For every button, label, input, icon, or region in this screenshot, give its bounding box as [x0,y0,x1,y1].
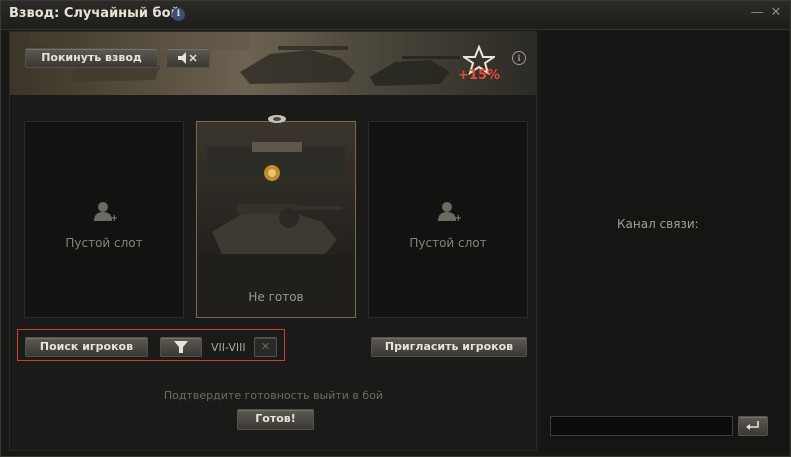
slot-status: Не готов [248,290,304,304]
crown-icon [268,115,286,123]
mute-button[interactable] [166,48,210,68]
player-garage-image [197,142,355,317]
search-players-button[interactable]: Поиск игроков [25,337,148,357]
slot-label: Пустой слот [65,236,143,250]
clear-filter-button[interactable]: ✕ [254,337,277,357]
filter-button[interactable] [160,337,202,357]
speaker-mute-icon [178,52,197,64]
add-player-icon: + [94,202,117,223]
leave-platoon-button[interactable]: Покинуть взвод [25,48,158,68]
bonus-info-icon[interactable]: i [512,51,526,65]
invite-players-button[interactable]: Пригласить игроков [371,337,527,357]
chat-panel [541,31,788,453]
tier-range: VII-VIII [211,341,246,354]
platoon-slot-2[interactable]: Не готов [196,121,356,318]
add-player-icon: + [438,202,461,223]
title-bar[interactable]: Взвод: Случайный бой i — ✕ [1,1,790,30]
confirm-ready-text: Подтвердите готовность выйти в бой [163,389,384,402]
window-title: Взвод: Случайный бой [9,6,180,21]
platoon-slot-1[interactable]: + Пустой слот [24,121,184,318]
minimize-button[interactable]: — [749,5,765,21]
slot-label: Пустой слот [409,236,487,250]
svg-text:+: + [110,213,117,223]
close-button[interactable]: ✕ [768,5,784,21]
chat-input[interactable] [550,416,733,436]
xp-bonus: +15% [458,68,501,83]
send-message-button[interactable] [738,416,768,436]
ready-button[interactable]: Готов! [237,409,314,430]
chat-channel-label: Канал связи: [617,217,699,231]
info-icon[interactable]: i [172,8,185,21]
platoon-window: Взвод: Случайный бой i — ✕ Покинуть взво… [0,0,791,457]
platoon-slot-3[interactable]: + Пустой слот [368,121,528,318]
enter-icon [746,421,759,430]
filter-icon [174,341,188,353]
svg-text:+: + [454,213,461,223]
